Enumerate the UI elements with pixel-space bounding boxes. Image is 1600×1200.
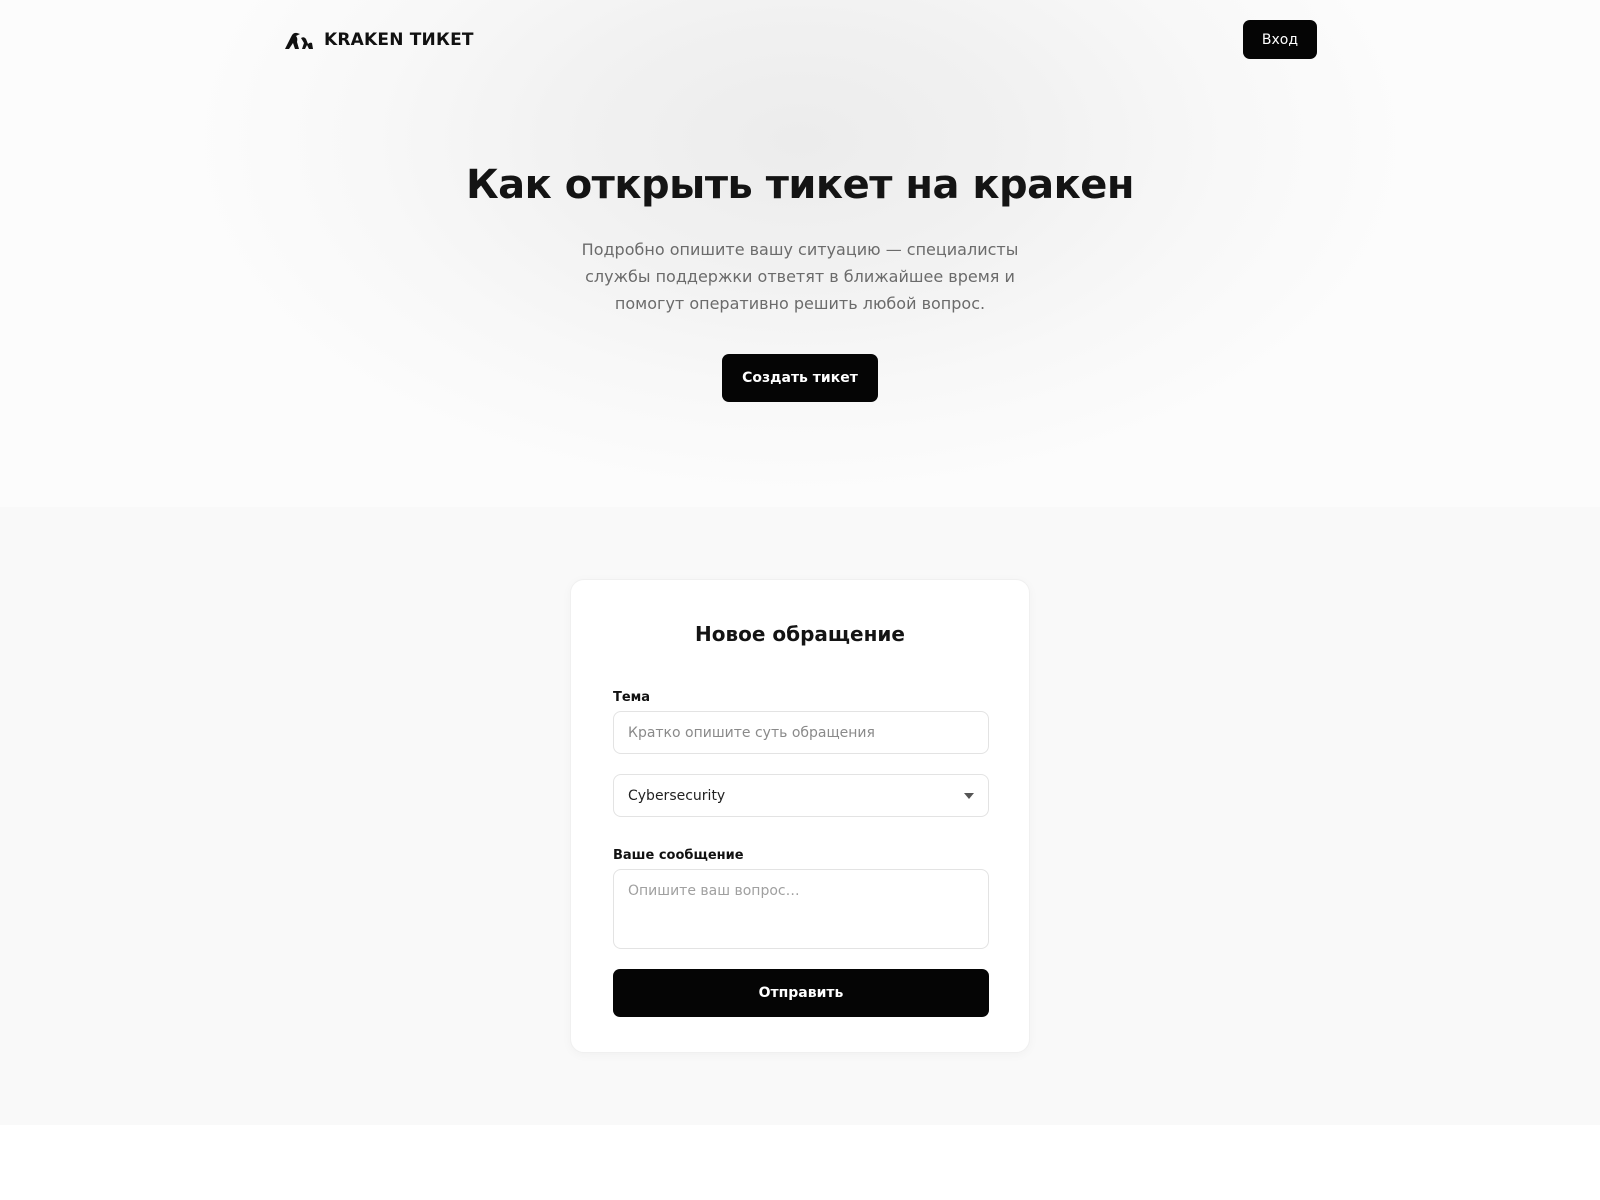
login-button[interactable]: Вход — [1243, 20, 1317, 59]
hero-subtitle: Подробно опишите вашу ситуацию — специал… — [581, 240, 1019, 313]
hero-section: KRAKEN ТИКЕТ Вход Как открыть тикет на к… — [0, 0, 1600, 507]
chevron-down-icon — [964, 793, 974, 799]
logo[interactable]: KRAKEN ТИКЕТ — [284, 28, 474, 52]
message-label: Ваше сообщение — [613, 848, 744, 863]
page-title: Как открыть тикет на кракен — [465, 162, 1135, 208]
category-selected-value: Cybersecurity — [628, 787, 726, 804]
new-ticket-card: Новое обращение Тема Cybersecurity Ваше … — [570, 579, 1030, 1053]
kraken-logo-icon — [284, 30, 314, 50]
submit-button[interactable]: Отправить — [613, 969, 989, 1017]
topic-input[interactable] — [613, 711, 989, 754]
form-section: Новое обращение Тема Cybersecurity Ваше … — [0, 507, 1600, 1125]
site-header: KRAKEN ТИКЕТ Вход — [0, 0, 1600, 78]
logo-text: KRAKEN ТИКЕТ — [324, 30, 474, 50]
message-textarea[interactable] — [613, 869, 989, 949]
form-title: Новое обращение — [695, 622, 905, 646]
topic-label: Тема — [613, 690, 651, 705]
category-select[interactable]: Cybersecurity — [613, 774, 989, 817]
create-ticket-button[interactable]: Создать тикет — [722, 354, 878, 402]
